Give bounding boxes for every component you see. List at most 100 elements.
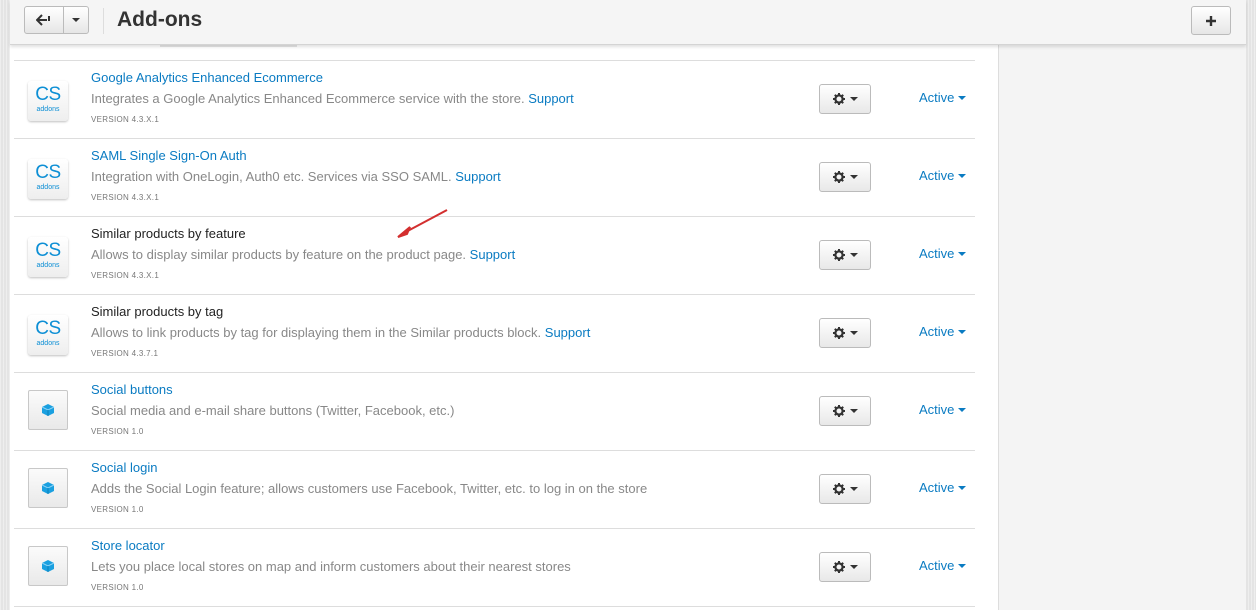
settings-dropdown-button[interactable] — [819, 474, 871, 504]
addon-description-text: Social media and e-mail share buttons (T… — [91, 403, 455, 418]
addon-name: Similar products by tag — [91, 304, 224, 319]
caret-down-icon — [958, 407, 967, 412]
gear-icon — [832, 171, 845, 183]
addon-name[interactable]: Google Analytics Enhanced Ecommerce — [91, 70, 323, 85]
logo-subtext: addons — [36, 184, 60, 191]
addon-description: Allows to link products by tag for displ… — [91, 325, 590, 340]
addon-row: CS addons Similar products by feature Al… — [14, 217, 975, 295]
addon-description-text: Allows to display similar products by fe… — [91, 247, 467, 262]
scrolled-element-edge — [160, 45, 297, 47]
addon-row: CS addons SAML Single Sign-On Auth Integ… — [14, 139, 975, 217]
addon-version: VERSION 4.3.X.1 — [91, 115, 160, 124]
logo-text: CS — [35, 318, 61, 339]
caret-down-icon — [849, 253, 858, 257]
caret-down-icon — [849, 487, 858, 491]
back-dropdown-button[interactable] — [63, 6, 89, 34]
top-toolbar: Add-ons — [10, 0, 1246, 45]
logo-text: CS — [35, 84, 61, 105]
back-arrow-icon — [36, 14, 50, 26]
addon-name[interactable]: Store locator — [91, 538, 165, 553]
addon-description-text: Integration with OneLogin, Auth0 etc. Se… — [91, 169, 452, 184]
package-box-icon — [28, 546, 68, 586]
status-label: Active — [919, 558, 955, 573]
addon-row: CS addons Similar products by tag Allows… — [14, 295, 975, 373]
add-addon-button[interactable] — [1191, 6, 1231, 35]
status-dropdown[interactable]: Active — [919, 480, 967, 495]
settings-dropdown-button[interactable] — [819, 240, 871, 270]
caret-down-icon — [849, 97, 858, 101]
status-dropdown[interactable]: Active — [919, 246, 967, 261]
status-label: Active — [919, 90, 955, 105]
addon-description: Social media and e-mail share buttons (T… — [91, 403, 454, 418]
addon-name[interactable]: Social buttons — [91, 382, 173, 397]
addon-name: Similar products by feature — [91, 226, 246, 241]
settings-dropdown-button[interactable] — [819, 162, 871, 192]
settings-dropdown-button[interactable] — [819, 318, 871, 348]
addon-list: CS addons Google Analytics Enhanced Ecom… — [14, 60, 975, 607]
caret-down-icon — [72, 18, 80, 22]
addon-description: Lets you place local stores on map and i… — [91, 559, 571, 574]
settings-dropdown-button[interactable] — [819, 552, 871, 582]
addon-description: Allows to display similar products by fe… — [91, 247, 515, 262]
logo-subtext: addons — [36, 262, 60, 269]
addon-row: Social buttons Social media and e-mail s… — [14, 373, 975, 451]
addon-version: VERSION 4.3.X.1 — [91, 193, 160, 202]
caret-down-icon — [958, 251, 967, 256]
support-link[interactable]: Support — [545, 325, 591, 340]
addon-version: VERSION 1.0 — [91, 583, 144, 592]
logo-subtext: addons — [36, 106, 60, 113]
back-button[interactable] — [24, 6, 64, 34]
addon-version: VERSION 1.0 — [91, 505, 144, 514]
caret-down-icon — [849, 565, 858, 569]
caret-down-icon — [849, 175, 858, 179]
gear-icon — [832, 405, 845, 417]
addon-description-text: Lets you place local stores on map and i… — [91, 559, 571, 574]
addon-description-text: Adds the Social Login feature; allows cu… — [91, 481, 648, 496]
cs-addons-logo: CS addons — [28, 81, 68, 121]
caret-down-icon — [958, 563, 967, 568]
addon-name[interactable]: Social login — [91, 460, 158, 475]
logo-subtext: addons — [36, 340, 60, 347]
status-dropdown[interactable]: Active — [919, 168, 967, 183]
gear-icon — [832, 561, 845, 573]
status-label: Active — [919, 480, 955, 495]
gear-icon — [832, 249, 845, 261]
addon-row: CS addons Google Analytics Enhanced Ecom… — [14, 61, 975, 139]
addon-name[interactable]: SAML Single Sign-On Auth — [91, 148, 247, 163]
addon-row: Store locator Lets you place local store… — [14, 529, 975, 607]
addon-version: VERSION 4.3.X.1 — [91, 271, 160, 280]
status-dropdown[interactable]: Active — [919, 324, 967, 339]
support-link[interactable]: Support — [455, 169, 501, 184]
gear-icon — [832, 483, 845, 495]
status-dropdown[interactable]: Active — [919, 402, 967, 417]
annotation-arrow-icon — [397, 209, 448, 238]
status-label: Active — [919, 246, 955, 261]
cs-addons-logo: CS addons — [28, 159, 68, 199]
package-box-icon — [28, 468, 68, 508]
status-label: Active — [919, 168, 955, 183]
caret-down-icon — [958, 329, 967, 334]
caret-down-icon — [849, 409, 858, 413]
caret-down-icon — [958, 95, 967, 100]
page-title: Add-ons — [117, 8, 203, 31]
logo-text: CS — [35, 240, 61, 261]
status-dropdown[interactable]: Active — [919, 558, 967, 573]
addon-description: Integration with OneLogin, Auth0 etc. Se… — [91, 169, 501, 184]
status-dropdown[interactable]: Active — [919, 90, 967, 105]
status-label: Active — [919, 324, 955, 339]
caret-down-icon — [958, 173, 967, 178]
logo-text: CS — [35, 162, 61, 183]
settings-dropdown-button[interactable] — [819, 396, 871, 426]
addon-version: VERSION 1.0 — [91, 427, 144, 436]
status-label: Active — [919, 402, 955, 417]
settings-dropdown-button[interactable] — [819, 84, 871, 114]
plus-icon — [1206, 15, 1216, 26]
caret-down-icon — [958, 485, 967, 490]
cs-addons-logo: CS addons — [28, 315, 68, 355]
caret-down-icon — [849, 331, 858, 335]
toolbar-divider — [103, 8, 104, 34]
support-link[interactable]: Support — [470, 247, 516, 262]
addon-description: Integrates a Google Analytics Enhanced E… — [91, 91, 574, 106]
support-link[interactable]: Support — [528, 91, 574, 106]
addon-description-text: Integrates a Google Analytics Enhanced E… — [91, 91, 525, 106]
